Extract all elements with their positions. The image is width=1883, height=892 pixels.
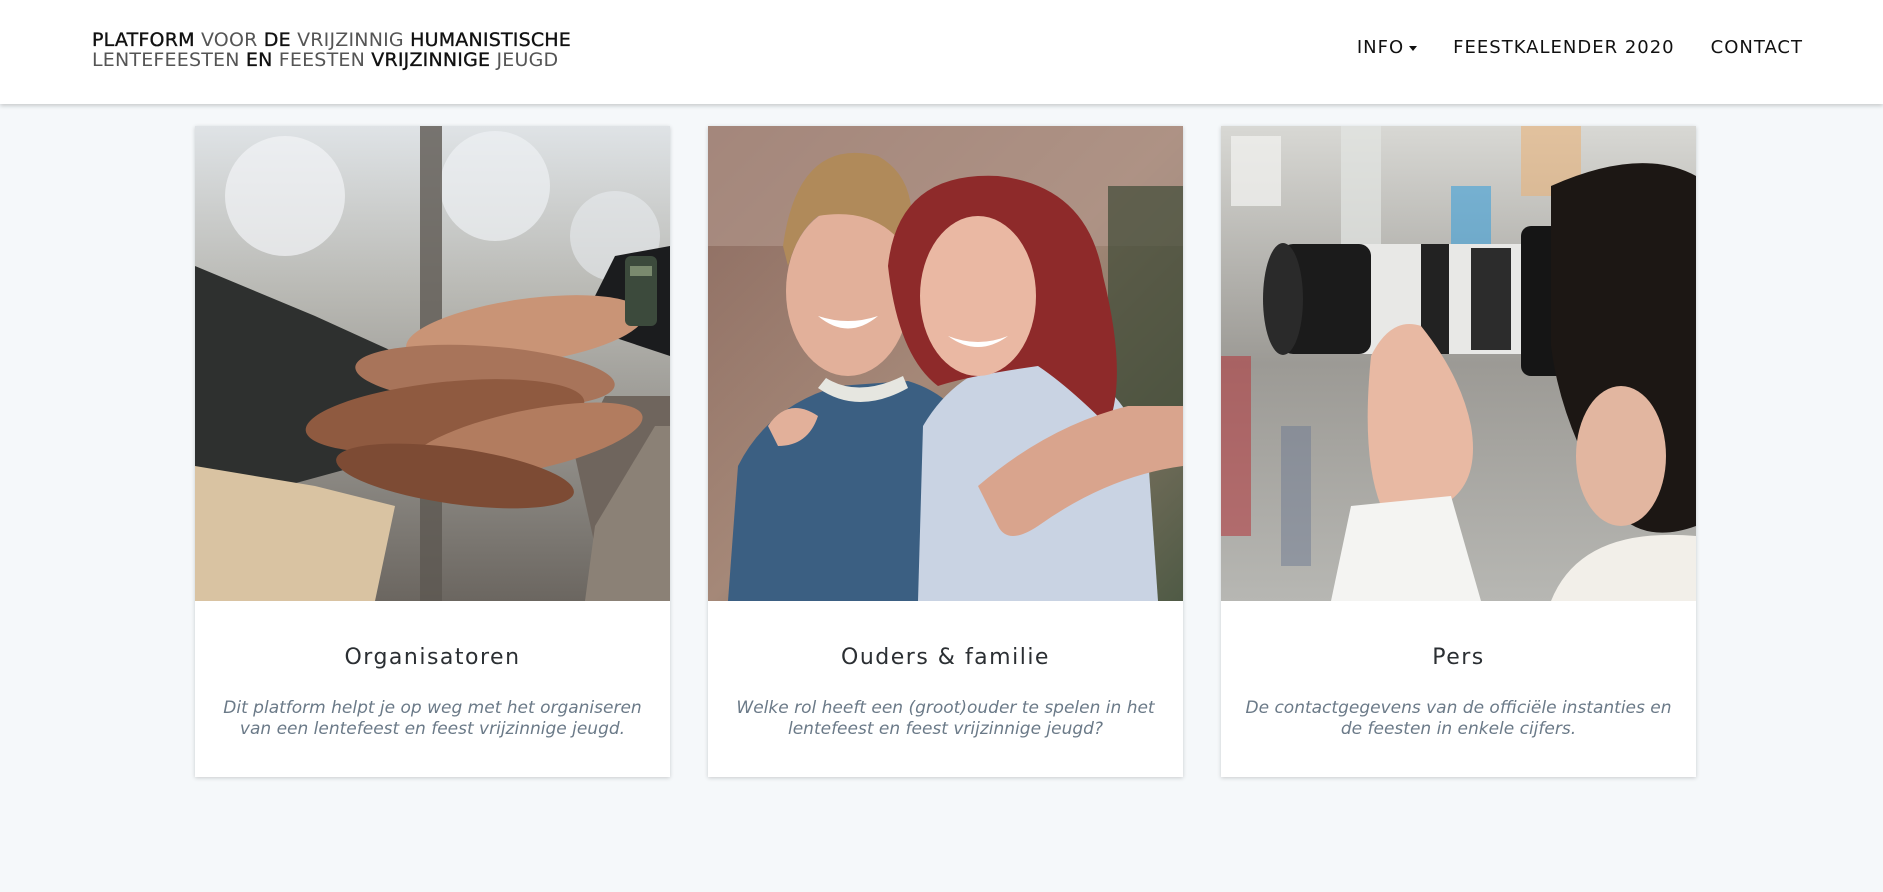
nav-info-dropdown[interactable]: INFO — [1356, 37, 1418, 58]
card-grid: Organisatoren Dit platform helpt je op w… — [195, 126, 1696, 777]
site-header: PLATFORM VOOR DE VRIJZINNIG HUMANISTISCH… — [0, 0, 1883, 104]
logo-word: VOOR — [200, 29, 258, 51]
logo-word: FEESTEN — [278, 49, 365, 71]
logo-word: PLATFORM — [92, 29, 195, 51]
smiling-couple-photo — [708, 126, 1183, 601]
logo-word: DE — [263, 29, 291, 51]
card-description: De contactgegevens van de officiële inst… — [1245, 698, 1672, 739]
logo-word: VRIJZINNIGE — [371, 49, 491, 71]
logo-word: JEUGD — [496, 49, 559, 71]
card-ouders-familie[interactable]: Ouders & familie Welke rol heeft een (gr… — [708, 126, 1183, 777]
caret-down-icon — [1409, 45, 1418, 51]
nav-contact-label: CONTACT — [1710, 37, 1803, 58]
card-pers[interactable]: Pers De contactgegevens van de officiële… — [1221, 126, 1696, 777]
nav-info-label: INFO — [1356, 37, 1405, 58]
logo-line-1: PLATFORM VOOR DE VRIJZINNIG HUMANISTISCH… — [92, 30, 571, 50]
nav-feestkalender[interactable]: FEESTKALENDER 2020 — [1453, 37, 1674, 58]
nav-contact[interactable]: CONTACT — [1711, 37, 1803, 58]
main-nav: INFO FEESTKALENDER 2020 CONTACT — [1357, 37, 1803, 58]
card-title: Organisatoren — [344, 645, 521, 670]
card-organisatoren[interactable]: Organisatoren Dit platform helpt je op w… — [195, 126, 670, 777]
photographer-camera-photo — [1221, 126, 1696, 601]
card-title: Ouders & familie — [841, 645, 1050, 670]
logo-word: EN — [245, 49, 273, 71]
card-description: Welke rol heeft een (groot)ouder te spel… — [736, 698, 1155, 739]
site-logo[interactable]: PLATFORM VOOR DE VRIJZINNIG HUMANISTISCH… — [92, 30, 571, 70]
logo-line-2: LENTEFEESTEN EN FEESTEN VRIJZINNIGE JEUG… — [92, 50, 571, 70]
stacked-hands-photo — [195, 126, 670, 601]
nav-feestkalender-label: FEESTKALENDER 2020 — [1453, 37, 1675, 58]
logo-word: HUMANISTISCHE — [410, 29, 571, 51]
logo-word: VRIJZINNIG — [297, 29, 404, 51]
logo-word: LENTEFEESTEN — [92, 49, 240, 71]
card-title: Pers — [1432, 645, 1485, 670]
card-description: Dit platform helpt je op weg met het org… — [223, 698, 642, 739]
